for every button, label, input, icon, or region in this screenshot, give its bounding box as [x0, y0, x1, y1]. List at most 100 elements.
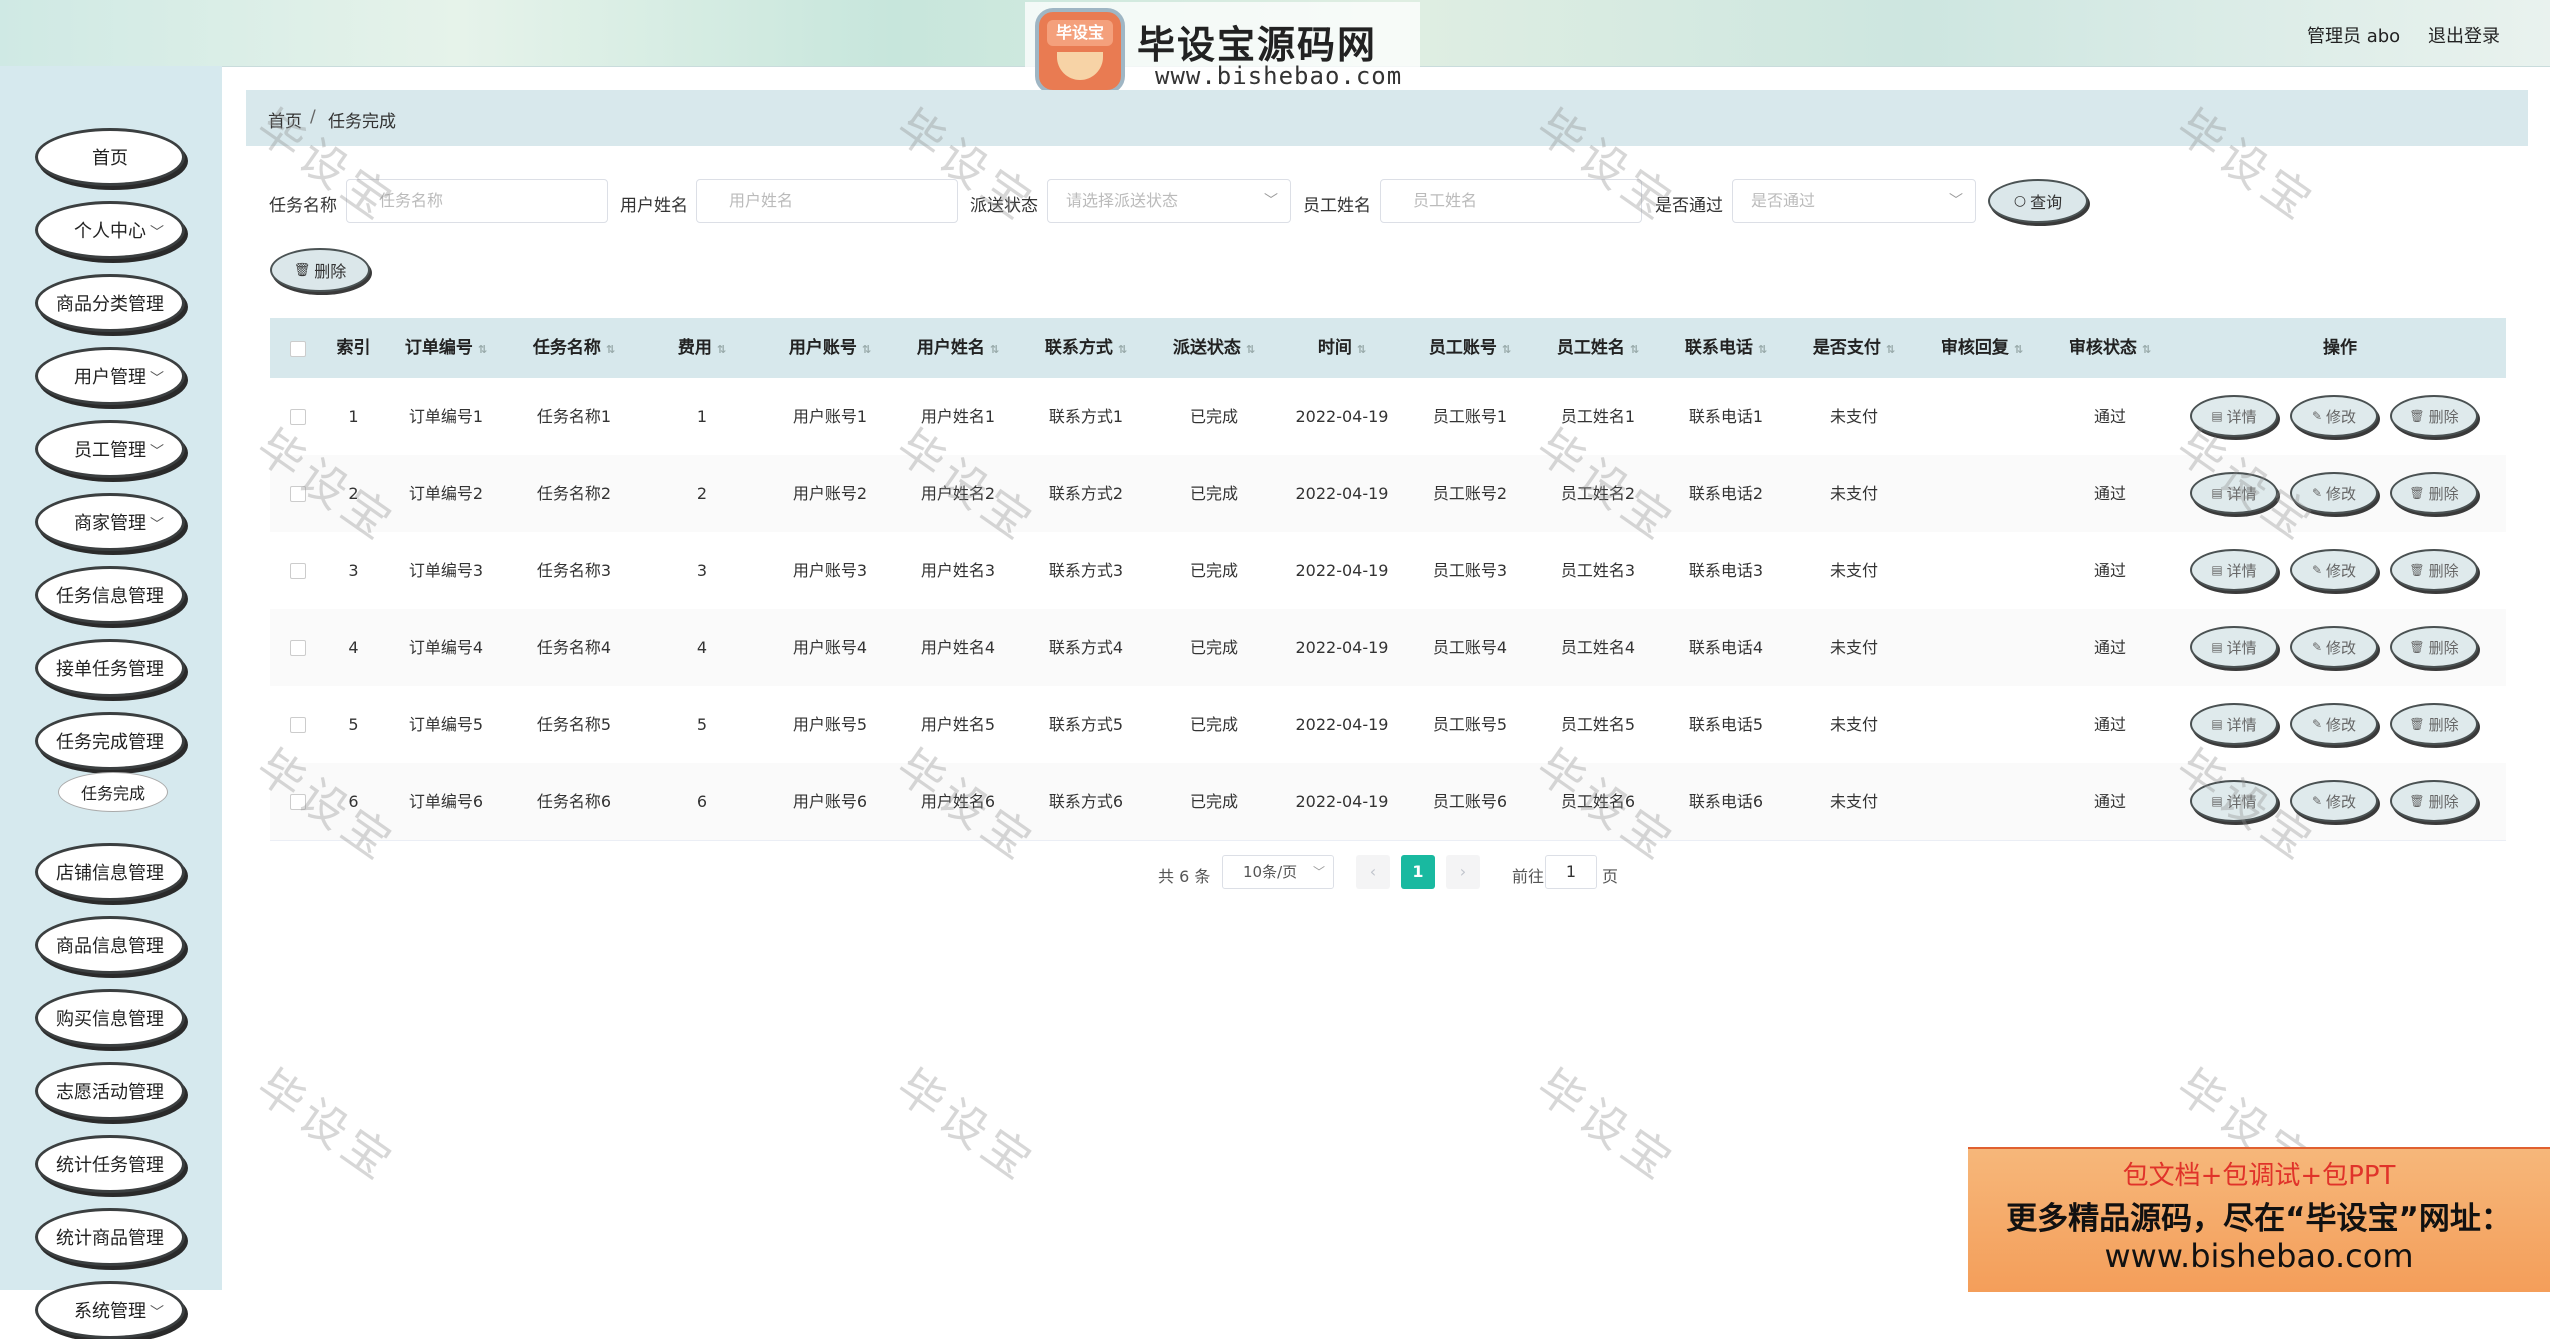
sort-icon[interactable]: ⇅: [2142, 343, 2151, 356]
detail-button[interactable]: ▤ 详情: [2190, 703, 2278, 745]
edit-button[interactable]: ✎ 修改: [2290, 780, 2378, 822]
page-size-select[interactable]: 10条/页 ﹀: [1222, 855, 1334, 889]
next-page-button[interactable]: ›: [1446, 855, 1480, 889]
sidebar-item[interactable]: 个人中心 ﹀: [35, 201, 185, 259]
user-name-input[interactable]: 用户姓名: [696, 179, 958, 223]
delete-button[interactable]: 🗑 删除: [2390, 549, 2478, 591]
sort-icon[interactable]: ⇅: [2014, 343, 2023, 356]
edit-button[interactable]: ✎ 修改: [2290, 472, 2378, 514]
sidebar-item[interactable]: 用户管理 ﹀: [35, 347, 185, 405]
sidebar-subitem-task-complete[interactable]: 任务完成: [58, 772, 168, 812]
page-size-value: 10条/页: [1243, 863, 1298, 881]
sort-icon[interactable]: ⇅: [1630, 343, 1639, 356]
trash-icon: 🗑: [293, 262, 311, 278]
sidebar-item[interactable]: 商品信息管理: [35, 916, 185, 974]
row-checkbox[interactable]: [290, 794, 306, 810]
sort-icon[interactable]: ⇅: [862, 343, 871, 356]
sidebar-item[interactable]: 首页: [35, 128, 185, 186]
prev-page-button[interactable]: ‹: [1356, 855, 1390, 889]
column-header[interactable]: 任务名称 ⇅: [510, 318, 638, 378]
delete-button[interactable]: 🗑 删除: [2390, 780, 2478, 822]
sidebar-item[interactable]: 商品分类管理: [35, 274, 185, 332]
row-checkbox[interactable]: [290, 717, 306, 733]
detail-button[interactable]: ▤ 详情: [2190, 472, 2278, 514]
ad-banner[interactable]: 包文档+包调试+包PPT 更多精品源码，尽在“毕设宝”网址： www.bishe…: [1968, 1147, 2550, 1292]
row-checkbox[interactable]: [290, 486, 306, 502]
table-cell: 员工姓名2: [1560, 484, 1636, 503]
edit-button[interactable]: ✎ 修改: [2290, 703, 2378, 745]
goto-page-input[interactable]: 1: [1545, 855, 1597, 889]
delete-button[interactable]: 🗑 删除: [2390, 472, 2478, 514]
column-header[interactable]: 用户账号 ⇅: [766, 318, 894, 378]
sort-icon[interactable]: ⇅: [478, 343, 487, 356]
sort-icon[interactable]: ⇅: [1502, 343, 1511, 356]
brand-badge: 毕设宝: [1047, 20, 1113, 46]
detail-button-label: 详情: [2226, 407, 2257, 426]
batch-delete-button[interactable]: 🗑 删除: [270, 248, 370, 292]
column-header[interactable]: 订单编号 ⇅: [382, 318, 510, 378]
edit-button-label: 修改: [2326, 484, 2357, 503]
sidebar-item-label: 任务完成管理: [56, 732, 164, 753]
sidebar-item[interactable]: 员工管理 ﹀: [35, 420, 185, 478]
passed-select[interactable]: 是否通过 ﹀: [1732, 179, 1976, 223]
logout-link[interactable]: 退出登录: [2428, 22, 2500, 48]
delete-button[interactable]: 🗑 删除: [2390, 395, 2478, 437]
edit-button[interactable]: ✎ 修改: [2290, 549, 2378, 591]
column-header[interactable]: 审核回复 ⇅: [1918, 318, 2046, 378]
staff-name-input[interactable]: 员工姓名: [1380, 179, 1642, 223]
table-row: 1 订单编号1 任务名称1 1 用户账号1 用户姓名1 联系方式1 已完成 2022-04-19…: [270, 378, 2506, 456]
detail-button[interactable]: ▤ 详情: [2190, 549, 2278, 591]
dispatch-status-select[interactable]: 请选择派送状态 ﹀: [1047, 179, 1291, 223]
sidebar-item[interactable]: 购买信息管理: [35, 989, 185, 1047]
sort-icon[interactable]: ⇅: [1758, 343, 1767, 356]
task-name-input[interactable]: 任务名称: [346, 179, 608, 223]
column-header[interactable]: 员工账号 ⇅: [1406, 318, 1534, 378]
sidebar-item[interactable]: 店铺信息管理: [35, 843, 185, 901]
column-header[interactable]: 员工姓名 ⇅: [1534, 318, 1662, 378]
detail-button[interactable]: ▤ 详情: [2190, 780, 2278, 822]
brand-title: 毕设宝源码网: [1137, 22, 1378, 67]
delete-button[interactable]: 🗑 删除: [2390, 626, 2478, 668]
edit-button-label: 修改: [2326, 792, 2357, 811]
table-cell: 任务名称3: [536, 561, 612, 580]
column-header[interactable]: 联系电话 ⇅: [1662, 318, 1790, 378]
column-header[interactable]: 费用 ⇅: [638, 318, 766, 378]
watermark-text: 毕设宝: [246, 1058, 406, 1193]
page-1-button[interactable]: 1: [1401, 855, 1435, 889]
select-all-checkbox[interactable]: [290, 341, 306, 357]
column-header[interactable]: 用户姓名 ⇅: [894, 318, 1022, 378]
row-checkbox[interactable]: [290, 563, 306, 579]
column-header[interactable]: 时间 ⇅: [1278, 318, 1406, 378]
sort-icon[interactable]: ⇅: [990, 343, 999, 356]
sort-icon[interactable]: ⇅: [1118, 343, 1127, 356]
column-header[interactable]: 派送状态 ⇅: [1150, 318, 1278, 378]
sidebar-item[interactable]: 接单任务管理: [35, 639, 185, 697]
detail-button[interactable]: ▤ 详情: [2190, 626, 2278, 668]
edit-button[interactable]: ✎ 修改: [2290, 395, 2378, 437]
row-checkbox[interactable]: [290, 409, 306, 425]
sidebar-item[interactable]: 志愿活动管理: [35, 1062, 185, 1120]
sort-icon[interactable]: ⇅: [1886, 343, 1895, 356]
edit-button[interactable]: ✎ 修改: [2290, 626, 2378, 668]
sidebar-item[interactable]: 统计任务管理: [35, 1135, 185, 1193]
chevron-down-icon: ﹀: [150, 517, 164, 533]
sort-icon[interactable]: ⇅: [1357, 343, 1366, 356]
delete-button[interactable]: 🗑 删除: [2390, 703, 2478, 745]
breadcrumb-home[interactable]: 首页: [268, 107, 302, 132]
file-icon: ▤: [2211, 640, 2223, 654]
detail-button[interactable]: ▤ 详情: [2190, 395, 2278, 437]
sidebar-item[interactable]: 任务完成管理: [35, 712, 185, 770]
sidebar-item-label: 志愿活动管理: [56, 1082, 164, 1103]
breadcrumb: 首页 / 任务完成: [246, 90, 2528, 146]
sort-icon[interactable]: ⇅: [717, 343, 726, 356]
sort-icon[interactable]: ⇅: [1246, 343, 1255, 356]
column-header[interactable]: 是否支付 ⇅: [1790, 318, 1918, 378]
sidebar-item[interactable]: 商家管理 ﹀: [35, 493, 185, 551]
query-button[interactable]: ○ 查询: [1988, 179, 2088, 223]
sidebar-item[interactable]: 统计商品管理: [35, 1208, 185, 1266]
column-header[interactable]: 审核状态 ⇅: [2046, 318, 2174, 378]
column-header[interactable]: 联系方式 ⇅: [1022, 318, 1150, 378]
sidebar-item[interactable]: 任务信息管理: [35, 566, 185, 624]
row-checkbox[interactable]: [290, 640, 306, 656]
sort-icon[interactable]: ⇅: [606, 343, 615, 356]
